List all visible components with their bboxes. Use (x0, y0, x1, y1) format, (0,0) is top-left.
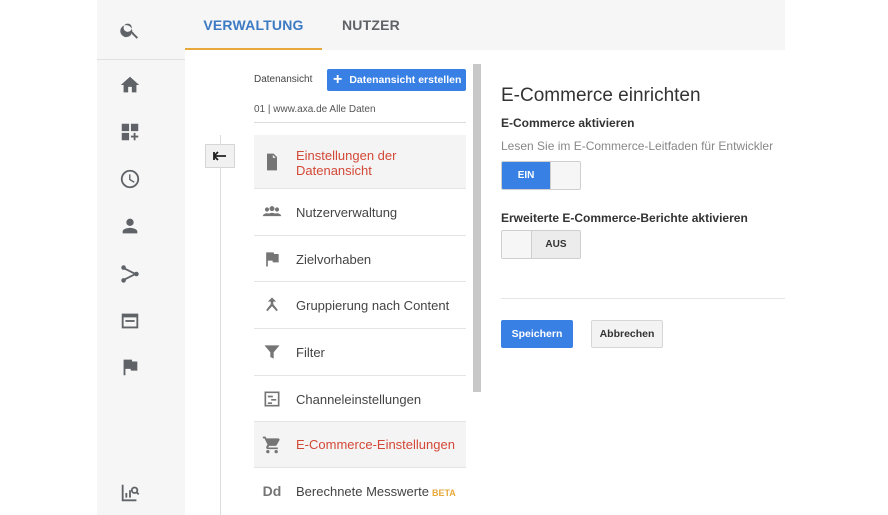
menu-item-label: Einstellungen der Datenansicht (296, 148, 397, 178)
channel-icon (262, 389, 282, 409)
menu-item-label: Filter (296, 345, 325, 360)
flag-icon (262, 249, 282, 269)
flag-icon[interactable] (119, 356, 141, 378)
flow-icon[interactable] (119, 263, 141, 285)
beta-badge: BETA (431, 488, 456, 498)
menu-item-content-grouping[interactable]: Gruppierung nach Content (254, 282, 466, 329)
create-view-button[interactable]: + Datenansicht erstellen (327, 69, 466, 91)
menu-item-label: E-Commerce-Einstellungen (296, 437, 455, 452)
save-button[interactable]: Speichern (501, 320, 573, 348)
view-label: Datenansicht (254, 74, 313, 85)
scrollbar[interactable] (473, 64, 481, 392)
enhanced-ecommerce-toggle[interactable]: AUS (501, 230, 581, 259)
plus-icon: + (333, 71, 343, 88)
menu-item-label: Zielvorhaben (296, 252, 372, 267)
person-icon[interactable] (119, 215, 141, 237)
left-navigation-rail (97, 0, 186, 515)
home-icon[interactable] (119, 74, 141, 96)
menu-item-filter[interactable]: Filter (254, 329, 466, 376)
developer-guide-link[interactable]: Lesen Sie im E-Commerce-Leitfaden für En… (501, 139, 785, 153)
toggle-knob (502, 231, 532, 258)
view-name[interactable]: 01 | www.axa.de Alle Daten (254, 104, 376, 115)
search-icon[interactable] (119, 19, 141, 41)
people-icon (262, 202, 282, 222)
create-view-label: Datenansicht erstellen (349, 74, 462, 86)
menu-item-text: Berechnete Messwerte (296, 484, 429, 499)
tab-verwaltung[interactable]: VERWALTUNG (185, 0, 322, 50)
divider (501, 298, 785, 299)
menu-item-goals[interactable]: Zielvorhaben (254, 236, 466, 282)
clock-icon[interactable] (119, 168, 141, 190)
toggle-on-label: EIN (502, 162, 551, 189)
page-title: E-Commerce einrichten (501, 85, 701, 106)
menu-item-channel-settings[interactable]: Channeleinstellungen (254, 376, 466, 422)
cancel-button[interactable]: Abbrechen (591, 320, 663, 348)
menu-item-label: Nutzerverwaltung (296, 205, 398, 220)
document-icon (262, 152, 282, 172)
rail-divider (97, 59, 185, 60)
menu-item-label: Berechnete Messwerte BETA (296, 484, 456, 499)
reports-search-icon[interactable] (119, 482, 141, 504)
back-button[interactable] (205, 144, 235, 168)
dashboard-add-icon[interactable] (119, 121, 141, 143)
divider (254, 122, 466, 123)
back-arrow-icon (213, 151, 226, 161)
tab-nutzer[interactable]: NUTZER (342, 0, 402, 48)
ecommerce-toggle[interactable]: EIN (501, 161, 581, 190)
toggle-off-label: AUS (531, 231, 580, 258)
menu-item-user-management[interactable]: Nutzerverwaltung (254, 189, 466, 236)
menu-item-label: Gruppierung nach Content (296, 298, 450, 313)
menu-item-calculated-metrics[interactable]: Dd Berechnete Messwerte BETA (254, 468, 466, 515)
enhanced-ecommerce-label: Erweiterte E-Commerce-Berichte aktiviere… (501, 211, 748, 225)
filter-icon (262, 342, 282, 362)
tabs-bar: VERWALTUNG NUTZER (185, 0, 785, 50)
display-icon[interactable] (119, 310, 141, 332)
merge-icon (262, 295, 282, 315)
menu-item-ecommerce-settings[interactable]: E-Commerce-Einstellungen (254, 422, 466, 468)
menu-item-view-settings[interactable]: Einstellungen der Datenansicht (254, 135, 466, 189)
toggle-knob (550, 162, 580, 189)
cart-icon (262, 435, 282, 455)
hierarchy-line (220, 135, 221, 515)
ecommerce-enable-label: E-Commerce aktivieren (501, 116, 635, 130)
menu-item-label: Channeleinstellungen (296, 392, 422, 407)
dd-icon: Dd (262, 483, 282, 499)
